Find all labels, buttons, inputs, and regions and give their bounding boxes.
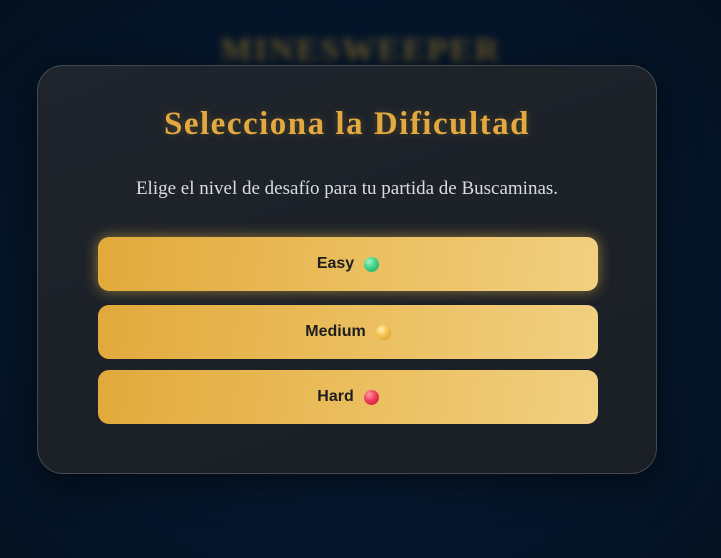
yellow-dot-icon (375, 324, 391, 340)
dialog-title: Selecciona la Dificultad (164, 106, 530, 142)
difficulty-dialog: Selecciona la Dificultad Elige el nivel … (37, 65, 657, 474)
dialog-subtitle: Elige el nivel de desafío para tu partid… (135, 178, 559, 199)
medium-button[interactable]: Medium (98, 305, 598, 359)
easy-button[interactable]: Easy (98, 237, 598, 291)
difficulty-options: Easy Medium Hard (98, 237, 598, 424)
easy-button-label: Easy (316, 255, 355, 272)
red-dot-icon (363, 389, 379, 405)
green-dot-icon (364, 256, 380, 272)
hard-button-label: Hard (317, 388, 354, 405)
medium-button-label: Medium (305, 323, 366, 340)
hard-button[interactable]: Hard (98, 370, 598, 424)
